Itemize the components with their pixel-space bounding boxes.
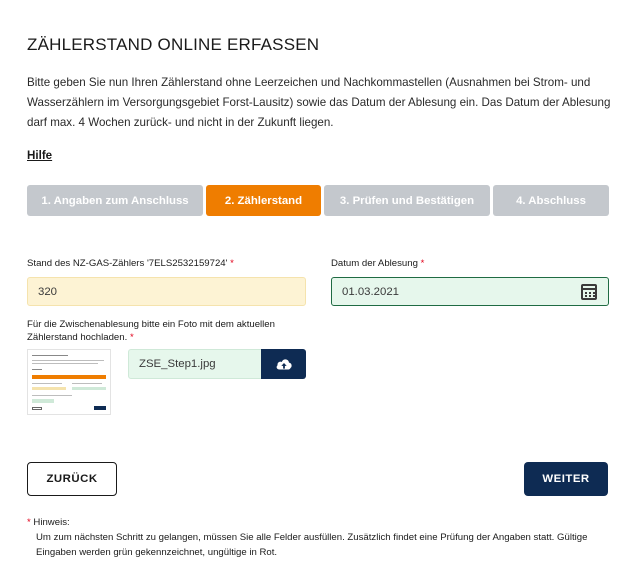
datum-input-value: 01.03.2021 <box>342 285 400 298</box>
intro-text: Bitte geben Sie nun Ihren Zählerstand oh… <box>27 76 611 129</box>
calendar-icon[interactable] <box>581 284 597 300</box>
hint-heading: Hinweis: <box>33 517 70 528</box>
next-button[interactable]: WEITER <box>524 462 608 496</box>
hint-text: Um zum nächsten Schritt zu gelangen, müs… <box>36 532 588 558</box>
upload-label: Für die Zwischenablesung bitte ein Foto … <box>27 318 317 344</box>
page-title: ZÄHLERSTAND ONLINE ERFASSEN <box>27 35 320 54</box>
datum-input[interactable]: 01.03.2021 <box>331 277 609 306</box>
help-link[interactable]: Hilfe <box>27 149 52 162</box>
step-anschluss: 1. Angaben zum Anschluss <box>27 185 203 216</box>
stand-input[interactable]: 320 <box>27 277 306 306</box>
progress-steps: 1. Angaben zum Anschluss 2. Zählerstand … <box>27 185 609 216</box>
hint-marker: * <box>27 517 31 528</box>
stand-label: Stand des NZ-GAS-Zählers '7ELS2532159724… <box>27 257 234 270</box>
required-marker: * <box>129 332 134 343</box>
upload-button[interactable] <box>261 349 306 379</box>
stand-input-value: 320 <box>38 285 58 298</box>
datum-label: Datum der Ablesung * <box>331 257 424 270</box>
step-pruefen: 3. Prüfen und Bestätigen <box>324 185 490 216</box>
back-button[interactable]: ZURÜCK <box>27 462 117 496</box>
required-marker: * <box>420 258 425 269</box>
cloud-upload-icon <box>276 359 292 370</box>
step-zaehlerstand-active: 2. Zählerstand <box>206 185 321 216</box>
step-abschluss: 4. Abschluss <box>493 185 609 216</box>
required-marker: * <box>230 258 234 269</box>
file-name: ZSE_Step1.jpg <box>139 358 216 370</box>
photo-thumbnail <box>27 349 111 415</box>
file-name-field[interactable]: ZSE_Step1.jpg <box>128 349 262 379</box>
upload-label-text: Für die Zwischenablesung bitte ein Foto … <box>27 319 275 343</box>
datum-label-text: Datum der Ablesung <box>331 258 418 269</box>
hint-heading-line: * Hinweis: <box>27 515 617 530</box>
stand-label-text: Stand des NZ-GAS-Zählers '7ELS2532159724… <box>27 258 228 269</box>
hint-note: * Hinweis: Um zum nächsten Schritt zu ge… <box>27 515 617 560</box>
